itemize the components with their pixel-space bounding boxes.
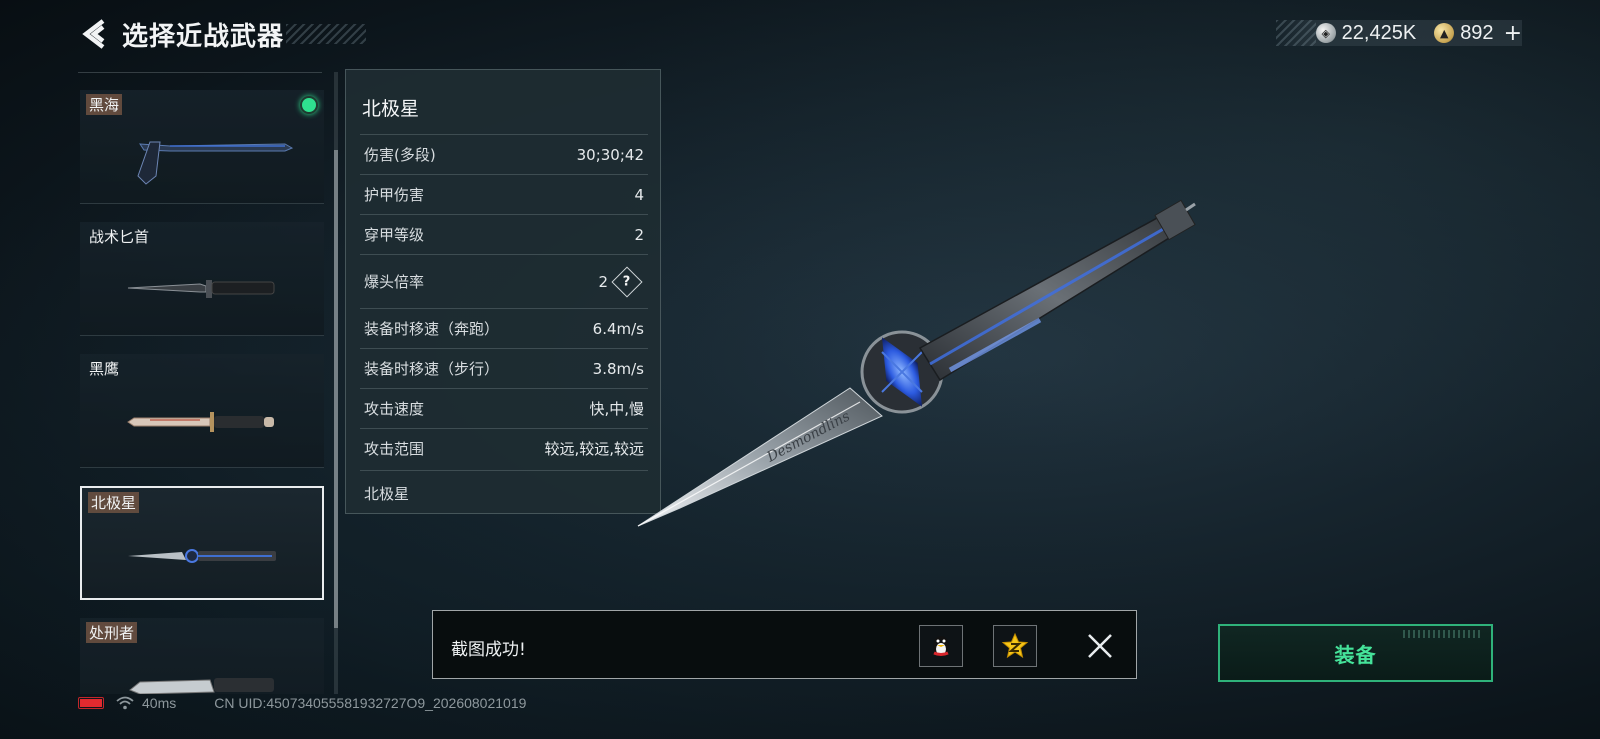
stat-row-damage: 伤害(多段) 30;30;42	[360, 134, 648, 174]
gold-currency-value: 892	[1460, 21, 1494, 44]
ping-value: 40ms	[142, 695, 177, 711]
title-decoration	[286, 24, 367, 44]
equipped-indicator-icon	[300, 96, 318, 114]
stat-row-walk-speed: 装备时移速（步行） 3.8m/s	[360, 348, 648, 388]
stat-value: 30;30;42	[576, 145, 644, 164]
wifi-icon	[116, 696, 134, 710]
weapon-card-black-hawk[interactable]: 黑鹰	[80, 354, 324, 468]
weapon-title: 北极星	[362, 98, 420, 120]
silver-currency-value: 22,425K	[1341, 21, 1417, 44]
battery-icon	[78, 697, 104, 709]
stat-row-headshot: 爆头倍率 2 ?	[360, 254, 648, 308]
list-scrollbar[interactable]	[334, 72, 338, 694]
toast-message: 截图成功!	[451, 640, 526, 660]
stat-label: 攻击速度	[364, 400, 425, 418]
header: 选择近战武器	[78, 14, 367, 54]
stat-row-run-speed: 装备时移速（奔跑） 6.4m/s	[360, 308, 648, 348]
stat-row-penetration: 穿甲等级 2	[360, 214, 648, 254]
weapon-name: 北极星	[88, 492, 140, 513]
weapon-name: 战术匕首	[89, 228, 150, 246]
add-currency-button[interactable]: +	[1504, 21, 1522, 46]
stat-label: 护甲伤害	[364, 186, 425, 204]
gold-coin-icon: ▲	[1434, 23, 1455, 43]
currency-decoration	[1275, 20, 1316, 46]
weapon-card-heihai[interactable]: 黑海	[80, 90, 324, 204]
chevron-left-icon	[82, 19, 105, 49]
weapon-name: 处刑者	[86, 622, 138, 643]
player-uid: CN UID:450734055581932727O9_202608021019	[214, 695, 527, 711]
qq-penguin-icon	[933, 636, 949, 656]
stat-label: 穿甲等级	[364, 226, 425, 244]
close-icon[interactable]	[1083, 629, 1117, 663]
equip-button-label: 装备	[1334, 642, 1377, 667]
stat-value: 2	[598, 272, 608, 291]
list-divider	[78, 72, 322, 73]
equip-button[interactable]: 装备	[1218, 624, 1493, 682]
back-button[interactable]	[78, 16, 110, 52]
stat-label: 装备时移速（奔跑）	[364, 320, 500, 338]
share-qzone-button[interactable]	[993, 625, 1037, 667]
weapon-card-tactical-dagger[interactable]: 战术匕首	[80, 222, 324, 336]
stat-label: 伤害(多段)	[364, 146, 436, 164]
weapon-stats-panel: 北极星 伤害(多段) 30;30;42 护甲伤害 4 穿甲等级 2 爆头倍率 2…	[345, 69, 661, 514]
weapon-list[interactable]: 黑海 战术匕首 黑鹰 北极星 处刑者	[78, 72, 334, 694]
black-hawk-knife-image	[127, 412, 274, 432]
weapon-description: 北极星	[360, 470, 648, 516]
weapon-name: 黑海	[86, 94, 123, 115]
executioner-knife-image	[129, 678, 274, 694]
equip-button-decoration	[1403, 630, 1483, 638]
polaris-knife-image	[128, 549, 276, 563]
weapon-card-polaris[interactable]: 北极星	[80, 486, 324, 600]
stat-row-attack-speed: 攻击速度 快,中,慢	[360, 388, 648, 428]
weapon-card-executioner[interactable]: 处刑者	[80, 618, 324, 694]
stat-label: 攻击范围	[364, 440, 425, 458]
page-title: 选择近战武器	[122, 21, 285, 52]
status-bar: 40ms CN UID:450734055581932727O9_2026080…	[78, 693, 526, 713]
polaris-knife-render: Desmondlins	[637, 199, 1196, 527]
list-scrollbar-thumb[interactable]	[334, 150, 338, 628]
stat-label: 装备时移速（步行）	[364, 360, 500, 378]
tactical-dagger-image	[127, 280, 275, 298]
stat-row-attack-range: 攻击范围 较远,较远,较远	[360, 428, 648, 468]
currency-bar: ◈ 22,425K ▲ 892 +	[1275, 20, 1522, 46]
qzone-star-icon	[1001, 632, 1029, 659]
tomahawk-image	[137, 141, 294, 185]
share-qq-button[interactable]	[919, 625, 963, 667]
stat-label: 爆头倍率	[364, 273, 425, 291]
silver-coin-icon: ◈	[1315, 23, 1336, 43]
weapon-name: 黑鹰	[89, 360, 120, 378]
stat-row-armor-damage: 护甲伤害 4	[360, 174, 648, 214]
screenshot-toast: 截图成功!	[432, 610, 1137, 679]
